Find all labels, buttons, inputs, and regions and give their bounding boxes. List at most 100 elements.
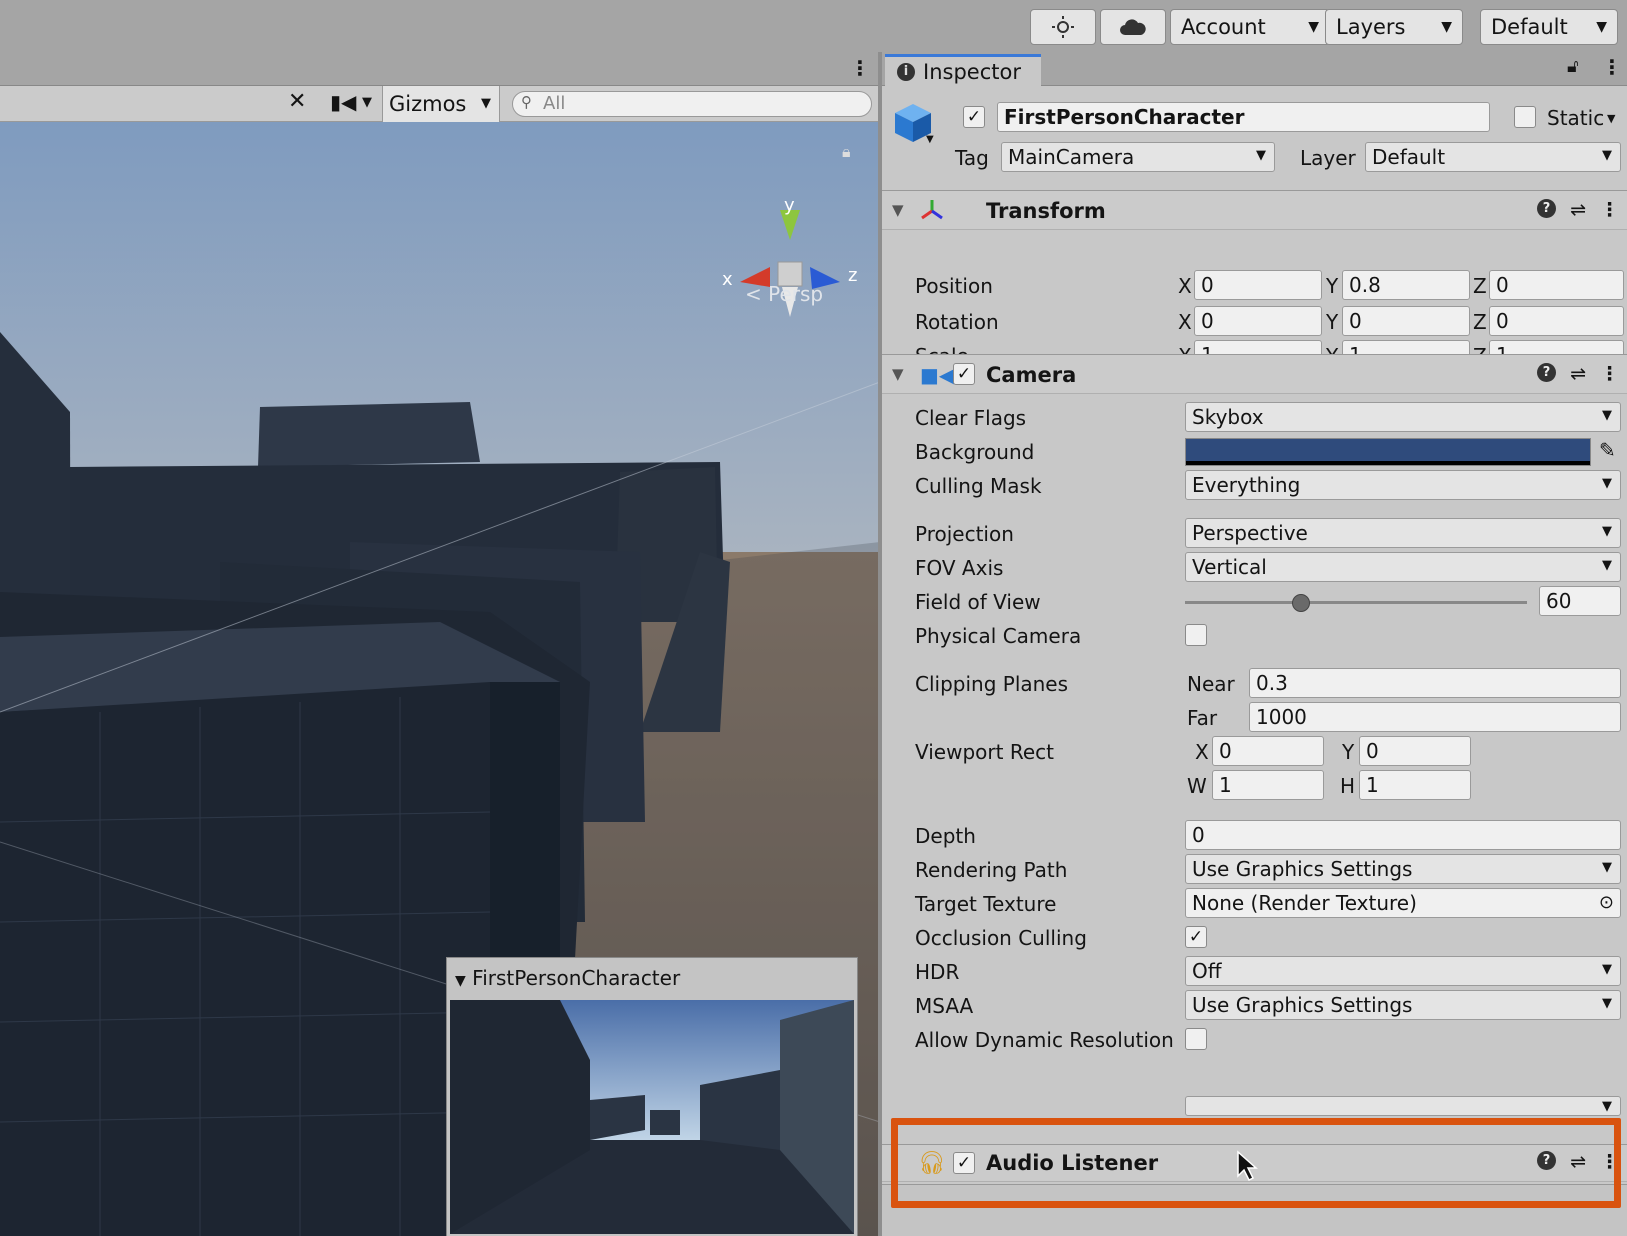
background-label: Background [915, 440, 1035, 464]
active-checkbox[interactable]: ✓ [963, 106, 985, 128]
layer-value: Default [1372, 145, 1446, 169]
camera-header[interactable]: ▼ ■◀ ✓ Camera ? ⇌ ⋮ [882, 354, 1627, 394]
transform-x-field[interactable]: 0 [1194, 270, 1322, 300]
fov-slider-track [1185, 601, 1527, 604]
near-field[interactable]: 0.3 [1249, 668, 1621, 698]
static-checkbox[interactable] [1514, 106, 1536, 128]
viewport-w-label: W [1187, 774, 1207, 798]
hdr-dropdown[interactable]: Off ▼ [1185, 956, 1621, 986]
cloud-button[interactable] [1100, 9, 1166, 45]
more-options-icon[interactable]: ⋮ [1602, 55, 1622, 79]
camera-enabled-checkbox[interactable]: ✓ [953, 363, 975, 385]
msaa-dropdown[interactable]: Use Graphics Settings ▼ [1185, 990, 1621, 1020]
viewport-y-field[interactable]: 0 [1359, 736, 1471, 766]
help-icon[interactable]: ? [1537, 363, 1557, 382]
fov-slider-thumb[interactable] [1292, 594, 1311, 612]
chevron-down-icon[interactable]: ▼ [362, 95, 372, 110]
rendering-path-dropdown[interactable]: Use Graphics Settings ▼ [1185, 854, 1621, 884]
rendering-path-value: Use Graphics Settings [1192, 857, 1413, 881]
clipping-planes-label: Clipping Planes [915, 672, 1069, 696]
chevron-down-icon: ▼ [1596, 19, 1607, 35]
preset-icon[interactable]: ⇌ [1570, 363, 1586, 385]
fov-axis-value: Vertical [1192, 555, 1267, 579]
chevron-down-icon[interactable]: ▼ [926, 134, 934, 145]
camera-icon[interactable]: ▮◀ [330, 90, 356, 114]
viewport-rect-label: Viewport Rect [915, 740, 1054, 764]
layers-dropdown[interactable]: Layers ▼ [1325, 9, 1463, 45]
camera-icon: ■◀ [920, 363, 955, 387]
chevron-down-icon: ▼ [1308, 19, 1319, 35]
physical-camera-checkbox[interactable] [1185, 624, 1207, 646]
partially-hidden-dropdown[interactable]: ▼ [1185, 1096, 1621, 1116]
axis-y-label: Y [1326, 310, 1339, 334]
info-icon: i [897, 63, 915, 81]
viewport-h-field[interactable]: 1 [1359, 770, 1471, 800]
msaa-label: MSAA [915, 994, 974, 1018]
scene-search-input[interactable]: ⚲ All [512, 91, 872, 117]
layout-dropdown[interactable]: Default ▼ [1480, 9, 1618, 45]
transform-x-field[interactable]: 0 [1194, 306, 1322, 336]
projection-dropdown[interactable]: Perspective ▼ [1185, 518, 1621, 548]
culling-mask-dropdown[interactable]: Everything ▼ [1185, 470, 1621, 500]
lighting-button[interactable] [1030, 9, 1096, 45]
viewport-w-field[interactable]: 1 [1212, 770, 1324, 800]
persp-label[interactable]: < Persp [745, 282, 823, 306]
eyedropper-icon[interactable]: ✎ [1599, 438, 1616, 462]
tools-icon[interactable]: ✕ [288, 89, 306, 114]
fov-value-field[interactable]: 60 [1539, 586, 1621, 616]
clear-flags-dropdown[interactable]: Skybox ▼ [1185, 402, 1621, 432]
transform-header[interactable]: ▼ Transform ? ⇌ ⋮ [882, 190, 1627, 230]
transform-row-label: Rotation [915, 310, 999, 334]
far-field[interactable]: 1000 [1249, 702, 1621, 732]
axis-gizmo-icon [740, 210, 840, 317]
preset-icon[interactable]: ⇌ [1570, 199, 1586, 221]
orientation-gizmo[interactable]: y x z [720, 195, 860, 337]
transform-row-label: Position [915, 274, 993, 298]
lock-icon[interactable]: 🔓︎ [1567, 56, 1579, 77]
tab-inspector[interactable]: i Inspector [885, 54, 1041, 87]
near-label: Near [1187, 672, 1235, 696]
more-options-icon[interactable]: ⋮ [1600, 363, 1619, 385]
gizmo-y-label: y [784, 195, 795, 216]
more-options-icon[interactable]: ⋮ [1600, 199, 1619, 221]
clear-flags-value: Skybox [1192, 405, 1264, 429]
scene-tab-bar: ⋮ [0, 52, 880, 86]
scene-viewport[interactable]: y x z 🔒︎ < Persp ▼ FirstPersonCharacter [0, 122, 880, 1236]
object-picker-icon[interactable]: ⊙ [1599, 892, 1614, 913]
fov-axis-dropdown[interactable]: Vertical ▼ [1185, 552, 1621, 582]
background-color-field[interactable] [1185, 438, 1591, 466]
rendering-path-label: Rendering Path [915, 858, 1068, 882]
occlusion-culling-checkbox[interactable]: ✓ [1185, 926, 1207, 948]
chevron-down-icon: ▼ [1602, 476, 1612, 491]
chevron-down-icon[interactable]: ▼ [1607, 112, 1615, 125]
object-name-field[interactable]: FirstPersonCharacter [997, 102, 1490, 132]
tag-dropdown[interactable]: MainCamera ▼ [1001, 142, 1275, 172]
projection-value: Perspective [1192, 521, 1308, 545]
camera-preview-image [450, 1000, 854, 1234]
chevron-down-icon: ▼ [1602, 860, 1612, 875]
transform-z-field[interactable]: 0 [1489, 306, 1624, 336]
gizmos-button[interactable]: Gizmos ▼ [382, 86, 500, 122]
search-icon: ⚲ [521, 93, 532, 111]
tab-inspector-label: Inspector [923, 60, 1021, 84]
help-icon[interactable]: ? [1537, 199, 1557, 218]
transform-y-field[interactable]: 0 [1342, 306, 1470, 336]
viewport-x-label: X [1195, 740, 1209, 764]
dynamic-resolution-checkbox[interactable] [1185, 1028, 1207, 1050]
target-texture-value: None (Render Texture) [1192, 891, 1417, 915]
chevron-down-icon[interactable]: ▼ [481, 96, 491, 111]
alpha-bar [1186, 461, 1590, 465]
transform-z-field[interactable]: 0 [1489, 270, 1624, 300]
lock-icon[interactable]: 🔒︎ [842, 142, 851, 162]
depth-field[interactable]: 0 [1185, 820, 1621, 850]
layer-dropdown[interactable]: Default ▼ [1365, 142, 1621, 172]
target-texture-field[interactable]: None (Render Texture) ⊙ [1185, 888, 1621, 918]
viewport-x-field[interactable]: 0 [1212, 736, 1324, 766]
chevron-left-icon: < [745, 282, 762, 306]
layout-label: Default [1491, 15, 1568, 39]
account-dropdown[interactable]: Account ▼ [1170, 9, 1330, 45]
camera-preview-header[interactable]: ▼ FirstPersonCharacter [447, 958, 857, 998]
more-options-icon[interactable]: ⋮ [850, 56, 870, 80]
fov-slider[interactable] [1185, 588, 1527, 618]
transform-y-field[interactable]: 0.8 [1342, 270, 1470, 300]
